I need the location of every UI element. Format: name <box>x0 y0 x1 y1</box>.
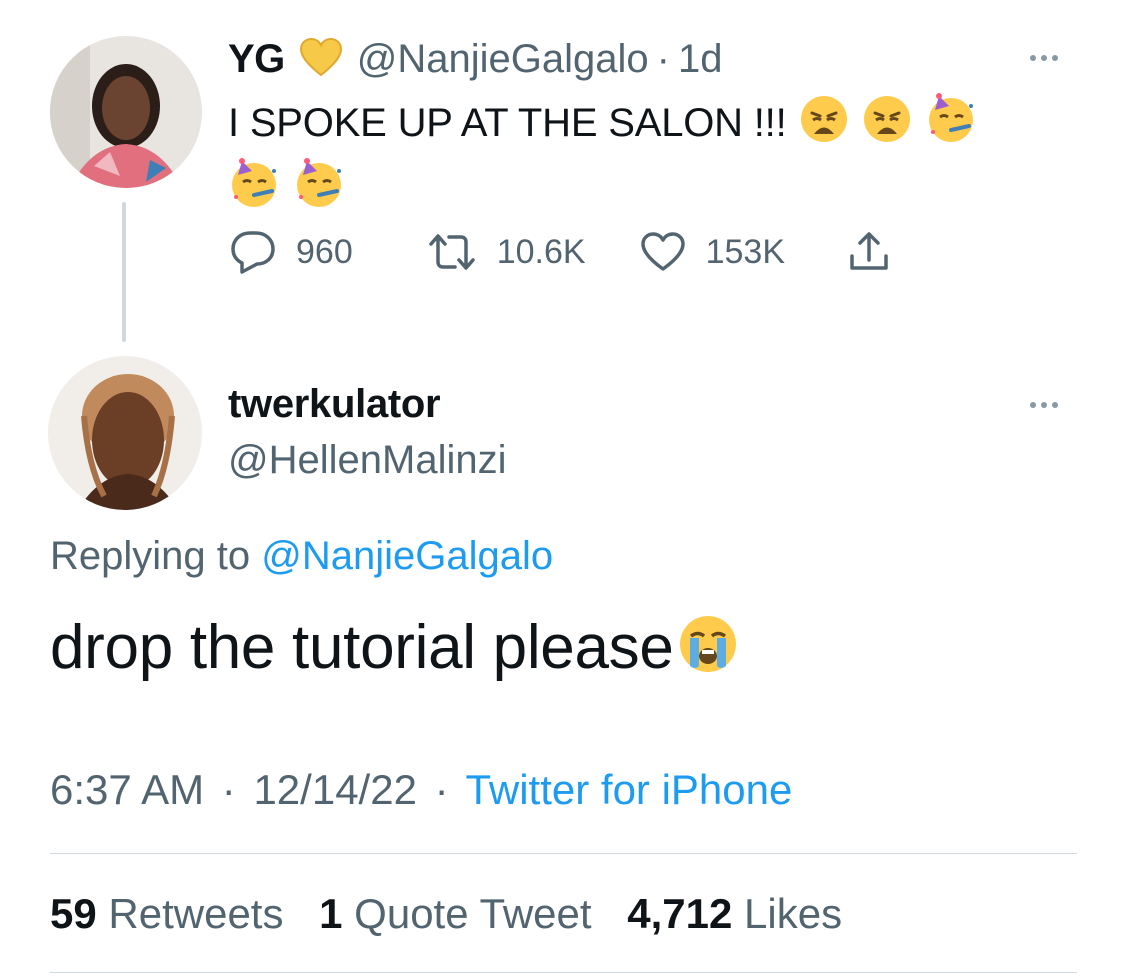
like-button[interactable]: 153K <box>640 231 785 273</box>
yellow-heart-icon <box>299 37 343 82</box>
divider <box>50 853 1077 854</box>
loudly-crying-face-icon <box>678 614 738 690</box>
share-button[interactable] <box>847 230 891 274</box>
handle[interactable]: @NanjieGalgalo <box>357 37 649 82</box>
dot-icon <box>1041 402 1047 408</box>
retweet-button[interactable]: 10.6K <box>427 232 586 272</box>
tweet-time[interactable]: 6:37 AM <box>50 766 204 813</box>
divider <box>50 972 1077 973</box>
tweet-header: YG @NanjieGalgalo · 1d <box>228 34 723 84</box>
replying-to: Replying to @NanjieGalgalo <box>50 534 553 579</box>
reply-body: drop the tutorial please <box>50 613 674 682</box>
tweet-text: I SPOKE UP AT THE SALON !!! <box>228 92 1048 222</box>
retweets-count: 59 <box>50 890 97 937</box>
avatar-image <box>50 36 202 188</box>
heart-icon <box>640 232 685 271</box>
like-count: 153K <box>705 232 785 271</box>
reply-count: 960 <box>296 232 353 271</box>
display-name[interactable]: YG <box>228 37 285 82</box>
tweet-timestamp: 6:37 AM · 12/14/22 · Twitter for iPhone <box>50 766 792 814</box>
dot-icon <box>1052 402 1058 408</box>
dot-icon <box>1041 55 1047 61</box>
tweet-source-link[interactable]: Twitter for iPhone <box>466 766 793 813</box>
more-options-button[interactable] <box>1030 402 1058 408</box>
avatar-image <box>48 356 202 510</box>
separator: · <box>656 36 670 81</box>
separator: · <box>221 766 236 813</box>
quotes-label: Quote Tweet <box>354 890 592 937</box>
share-icon <box>850 232 888 270</box>
avatar-nanjiegalgalo[interactable] <box>50 36 202 188</box>
reply-icon <box>231 231 275 274</box>
likes-stat[interactable]: 4,712 Likes <box>627 890 842 937</box>
weary-face-icon <box>799 94 849 157</box>
retweets-label: Retweets <box>108 890 284 937</box>
reply-tweet-text: drop the tutorial please <box>50 612 738 690</box>
reply-display-name[interactable]: twerkulator <box>228 382 441 427</box>
tweet-body: I SPOKE UP AT THE SALON !!! <box>228 101 787 145</box>
replying-prefix: Replying to <box>50 534 251 578</box>
tweet-date[interactable]: 12/14/22 <box>253 766 417 813</box>
tweet-age[interactable]: 1d <box>678 37 723 82</box>
dot-icon <box>1030 55 1036 61</box>
tweet-stats: 59 Retweets 1 Quote Tweet 4,712 Likes <box>50 890 866 938</box>
tweet-action-bar: 960 10.6K 153K <box>230 226 891 278</box>
dot-icon <box>1030 402 1036 408</box>
thread-connector <box>122 202 126 342</box>
replying-handle-link[interactable]: @NanjieGalgalo <box>261 534 553 578</box>
quote-tweets-stat[interactable]: 1 Quote Tweet <box>319 890 591 937</box>
reply-handle[interactable]: @HellenMalinzi <box>228 438 506 483</box>
separator: · <box>434 766 449 813</box>
partying-face-icon <box>228 157 280 222</box>
weary-face-icon <box>862 94 912 157</box>
partying-face-icon <box>925 92 977 157</box>
avatar-hellenmalinzi[interactable] <box>48 356 202 510</box>
retweet-icon <box>428 234 475 270</box>
likes-count: 4,712 <box>627 890 733 937</box>
reply-button[interactable]: 960 <box>230 230 353 274</box>
retweets-stat[interactable]: 59 Retweets <box>50 890 283 937</box>
more-options-button[interactable] <box>1030 55 1058 61</box>
retweet-count: 10.6K <box>496 232 586 271</box>
partying-face-icon <box>293 157 345 222</box>
dot-icon <box>1052 55 1058 61</box>
likes-label: Likes <box>744 890 843 937</box>
quotes-count: 1 <box>319 890 343 937</box>
